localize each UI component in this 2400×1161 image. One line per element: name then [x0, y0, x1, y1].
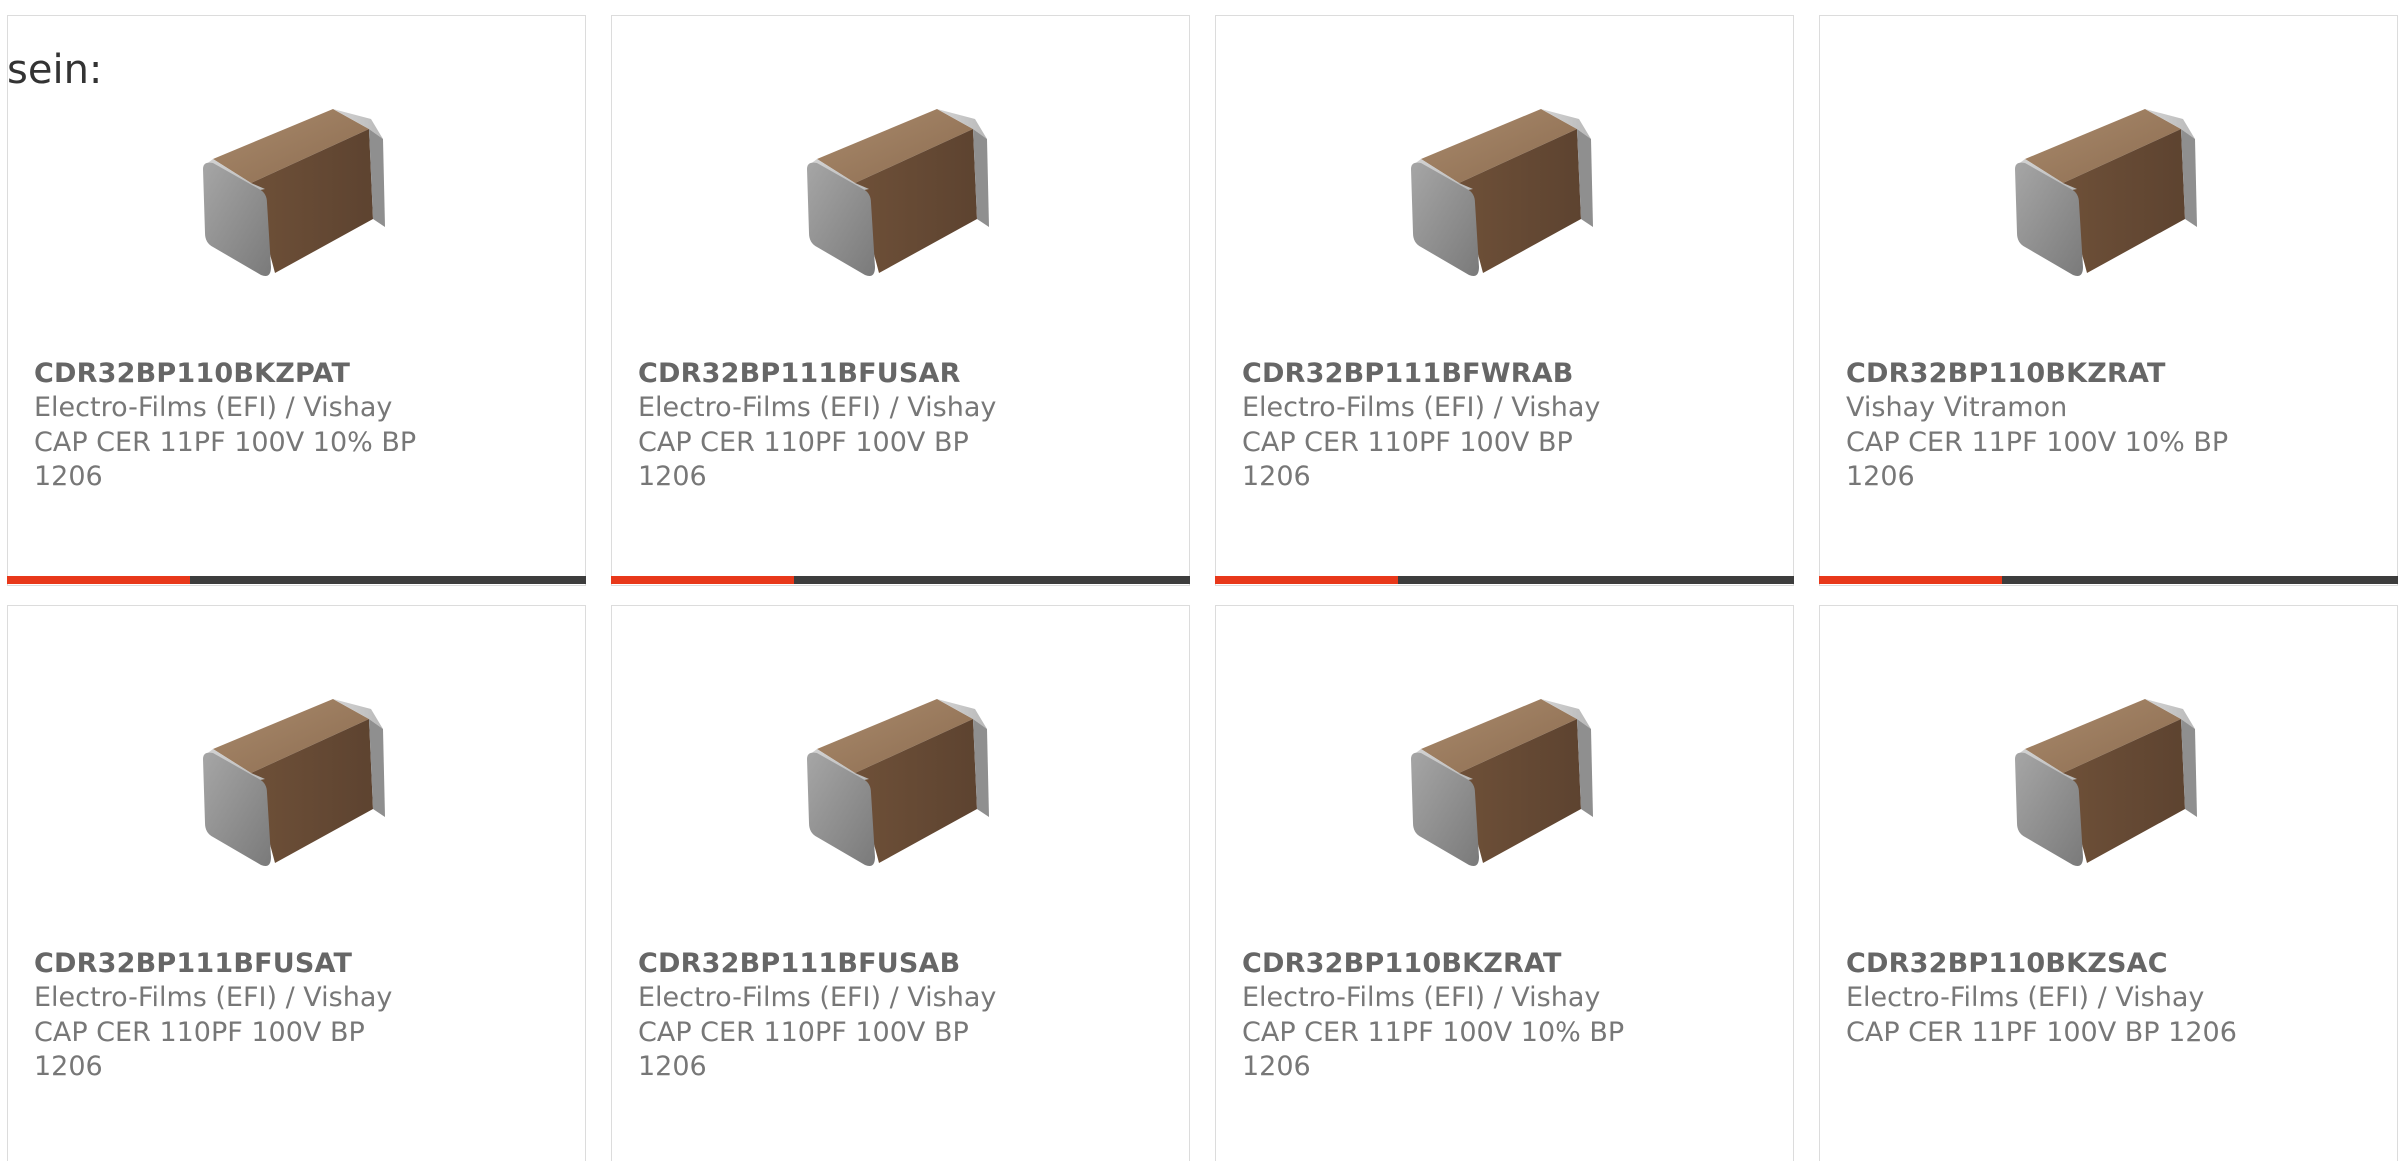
- part-number[interactable]: CDR32BP111BFUSAB: [638, 948, 960, 979]
- part-number[interactable]: CDR32BP111BFUSAR: [638, 358, 961, 389]
- capacitor-chip-image[interactable]: [193, 681, 408, 896]
- manufacturer: Electro-Films (EFI) / Vishay: [1242, 392, 1601, 423]
- product-card[interactable]: CDR32BP110BKZRAT Electro-Films (EFI) / V…: [1215, 605, 1794, 1161]
- card-bottom-bar: [611, 576, 1190, 584]
- manufacturer: Electro-Films (EFI) / Vishay: [1846, 982, 2205, 1013]
- capacitor-chip-image[interactable]: [193, 91, 408, 306]
- part-number[interactable]: CDR32BP110BKZSAC: [1846, 948, 2168, 979]
- description: CAP CER 11PF 100V 10% BP 1206: [1846, 427, 2229, 492]
- product-card[interactable]: CDR32BP111BFWRAB Electro-Films (EFI) / V…: [1215, 15, 1794, 586]
- description: CAP CER 11PF 100V BP 1206: [1846, 1017, 2237, 1048]
- card-accent-bar: [1819, 576, 2002, 584]
- product-card[interactable]: CDR32BP110BKZPAT Electro-Films (EFI) / V…: [7, 15, 586, 586]
- card-bottom-bar: [1215, 576, 1794, 584]
- capacitor-chip-image[interactable]: [2005, 681, 2220, 896]
- manufacturer: Vishay Vitramon: [1846, 392, 2068, 423]
- description: CAP CER 110PF 100V BP 1206: [1242, 427, 1573, 492]
- card-bottom-bar: [1819, 576, 2398, 584]
- product-card[interactable]: CDR32BP111BFUSAB Electro-Films (EFI) / V…: [611, 605, 1190, 1161]
- manufacturer: Electro-Films (EFI) / Vishay: [638, 982, 997, 1013]
- product-grid: CDR32BP110BKZPAT Electro-Films (EFI) / V…: [0, 0, 2400, 1161]
- capacitor-chip-image[interactable]: [797, 681, 1012, 896]
- capacitor-chip-image[interactable]: [797, 91, 1012, 306]
- card-accent-bar: [7, 576, 190, 584]
- manufacturer: Electro-Films (EFI) / Vishay: [638, 392, 997, 423]
- part-number[interactable]: CDR32BP110BKZRAT: [1846, 358, 2166, 389]
- capacitor-chip-image[interactable]: [1401, 91, 1616, 306]
- part-number[interactable]: CDR32BP111BFWRAB: [1242, 358, 1574, 389]
- card-bottom-bar: [7, 576, 586, 584]
- product-card[interactable]: CDR32BP110BKZSAC Electro-Films (EFI) / V…: [1819, 605, 2398, 1161]
- product-card[interactable]: CDR32BP111BFUSAR Electro-Films (EFI) / V…: [611, 15, 1190, 586]
- part-number[interactable]: CDR32BP111BFUSAT: [34, 948, 352, 979]
- manufacturer: Electro-Films (EFI) / Vishay: [34, 392, 393, 423]
- intro-text: sein:: [7, 47, 103, 93]
- description: CAP CER 11PF 100V 10% BP 1206: [1242, 1017, 1625, 1082]
- capacitor-chip-image[interactable]: [2005, 91, 2220, 306]
- manufacturer: Electro-Films (EFI) / Vishay: [34, 982, 393, 1013]
- description: CAP CER 110PF 100V BP 1206: [34, 1017, 365, 1082]
- product-card[interactable]: CDR32BP110BKZRAT Vishay Vitramon CAP CER…: [1819, 15, 2398, 586]
- card-accent-bar: [1215, 576, 1398, 584]
- part-number[interactable]: CDR32BP110BKZPAT: [34, 358, 350, 389]
- product-card[interactable]: CDR32BP111BFUSAT Electro-Films (EFI) / V…: [7, 605, 586, 1161]
- manufacturer: Electro-Films (EFI) / Vishay: [1242, 982, 1601, 1013]
- description: CAP CER 110PF 100V BP 1206: [638, 427, 969, 492]
- part-number[interactable]: CDR32BP110BKZRAT: [1242, 948, 1562, 979]
- description: CAP CER 110PF 100V BP 1206: [638, 1017, 969, 1082]
- description: CAP CER 11PF 100V 10% BP 1206: [34, 427, 417, 492]
- capacitor-chip-image[interactable]: [1401, 681, 1616, 896]
- card-accent-bar: [611, 576, 794, 584]
